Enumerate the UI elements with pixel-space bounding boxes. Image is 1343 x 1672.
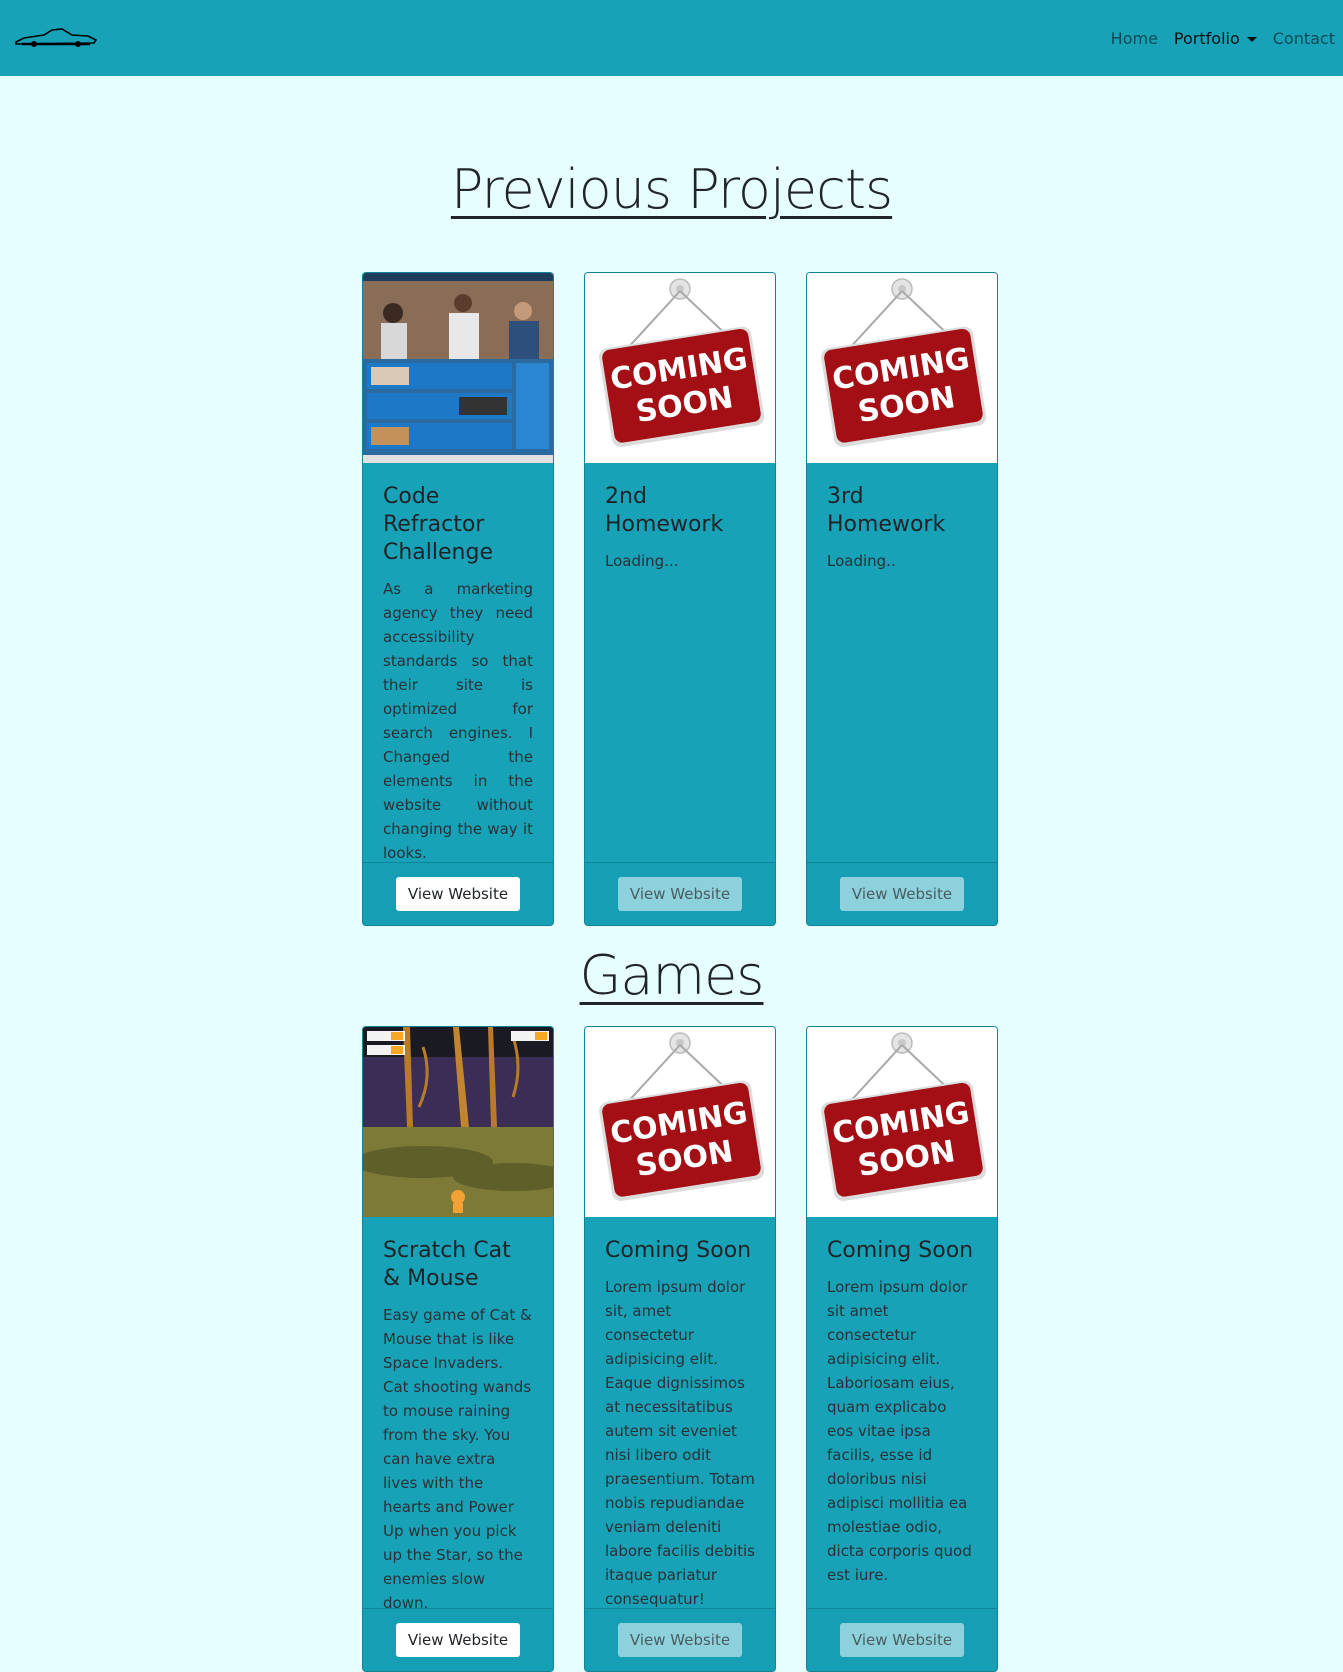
nav-link-portfolio-label: Portfolio [1173, 28, 1240, 48]
navbar: Home Portfolio Contact [0, 0, 1343, 76]
card-title: 2nd Homework [605, 484, 724, 537]
card-text: Easy game of Cat & Mouse that is like Sp… [383, 1306, 532, 1612]
card-footer: View Website [363, 1608, 553, 1671]
card-title: Scratch Cat & Mouse [383, 1238, 511, 1291]
game-card-3: COMING SOON Coming Soon Lorem ipsum dolo… [806, 1026, 998, 1672]
card-text: Lorem ipsum dolor sit amet consectetur a… [827, 1278, 972, 1584]
nav-link-contact[interactable]: Contact [1273, 29, 1335, 48]
view-website-button[interactable]: View Website [617, 877, 743, 911]
card-body: Coming Soon Lorem ipsum dolor sit, amet … [585, 1217, 775, 1631]
nav-link-home[interactable]: Home [1111, 29, 1158, 48]
project-card-2: COMING SOON 2nd Homework Loading... View… [584, 272, 776, 926]
game-screenshot-image[interactable] [363, 1027, 553, 1217]
coming-soon-sign-image[interactable]: COMING SOON [807, 1027, 997, 1217]
card-body: Scratch Cat & Mouse Easy game of Cat & M… [363, 1217, 553, 1635]
coming-soon-sign-image[interactable]: COMING SOON [585, 1027, 775, 1217]
view-website-button[interactable]: View Website [839, 1623, 965, 1657]
nav-links: Home Portfolio Contact [1095, 0, 1335, 76]
view-website-button[interactable]: View Website [839, 877, 965, 911]
card-title: Coming Soon [605, 1238, 752, 1263]
card-text: Loading.. [827, 552, 896, 570]
card-text: As a marketing agency they need accessib… [383, 580, 533, 862]
card-footer: View Website [807, 862, 997, 925]
card-footer: View Website [585, 1608, 775, 1671]
car-logo-icon[interactable] [14, 26, 98, 50]
nav-link-portfolio[interactable]: Portfolio [1174, 29, 1257, 48]
section-title-projects: Previous Projects [450, 158, 893, 221]
card-text: Loading... [605, 552, 679, 570]
project-card-1: Code Refractor Challenge As a marketing … [362, 272, 554, 926]
view-website-button[interactable]: View Website [395, 877, 521, 911]
card-footer: View Website [807, 1608, 997, 1671]
card-footer: View Website [363, 862, 553, 925]
section-title-games: Games [579, 944, 765, 1007]
card-title: Code Refractor Challenge [383, 484, 493, 565]
caret-down-icon [1246, 36, 1257, 42]
card-title: 3rd Homework [827, 484, 946, 537]
coming-soon-sign-image[interactable]: COMING SOON [807, 273, 997, 463]
card-body: 2nd Homework Loading... [585, 463, 775, 593]
view-website-button[interactable]: View Website [395, 1623, 521, 1657]
website-screenshot-image[interactable] [363, 273, 553, 463]
card-title: Coming Soon [827, 1238, 974, 1263]
card-body: 3rd Homework Loading.. [807, 463, 997, 593]
card-body: Coming Soon Lorem ipsum dolor sit amet c… [807, 1217, 997, 1607]
coming-soon-sign-image[interactable]: COMING SOON [585, 273, 775, 463]
game-card-1: Scratch Cat & Mouse Easy game of Cat & M… [362, 1026, 554, 1672]
card-body: Code Refractor Challenge As a marketing … [363, 463, 553, 885]
project-card-3: COMING SOON 3rd Homework Loading.. View … [806, 272, 998, 926]
view-website-button[interactable]: View Website [617, 1623, 743, 1657]
game-card-2: COMING SOON Coming Soon Lorem ipsum dolo… [584, 1026, 776, 1672]
card-text: Lorem ipsum dolor sit, amet consectetur … [605, 1278, 755, 1608]
card-footer: View Website [585, 862, 775, 925]
